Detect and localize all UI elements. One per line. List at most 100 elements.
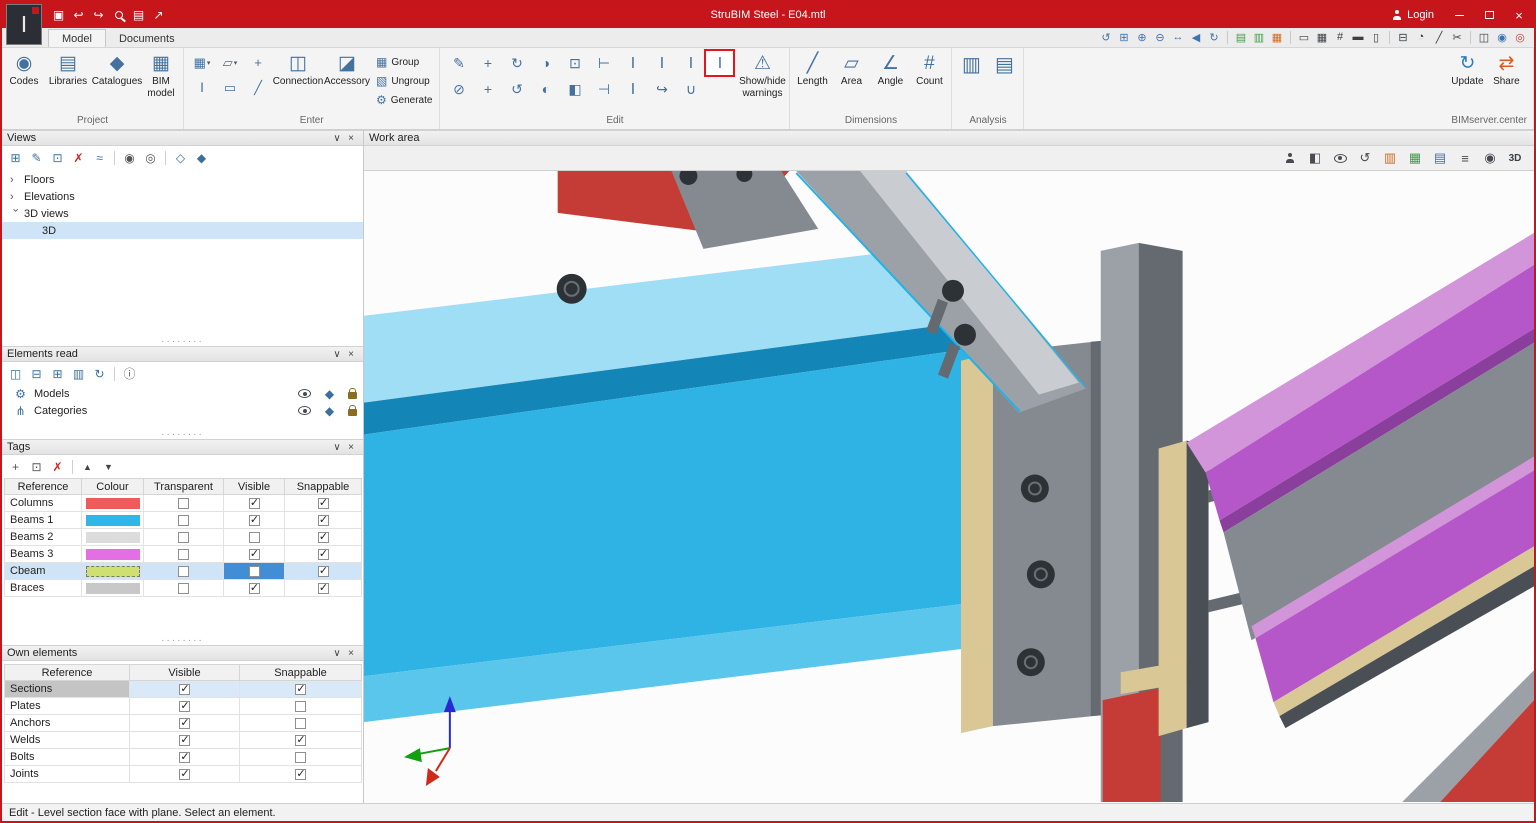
report-icon[interactable]: ▤ (1233, 29, 1249, 45)
section-tool-icon[interactable]: Ⅰ (618, 76, 647, 102)
styles-icon[interactable]: ▤ (130, 7, 147, 24)
takeoff-view-icon[interactable]: ▦ (1406, 149, 1424, 167)
visible-checkbox[interactable] (248, 496, 261, 509)
camera-icon[interactable]: ◉ (121, 149, 138, 166)
count-button[interactable]: # Count (911, 50, 947, 90)
group-button[interactable]: ▦ Group (373, 53, 435, 71)
visible-checkbox[interactable] (179, 750, 191, 763)
move-tool-icon[interactable]: + (473, 50, 502, 76)
rectangle-tool-icon[interactable]: ▭ (1296, 29, 1312, 45)
add-tag-icon[interactable]: + (7, 458, 24, 475)
window-layout-icon[interactable]: ◫ (1476, 29, 1492, 45)
camera-copy-icon[interactable]: ◎ (142, 149, 159, 166)
visible-checkbox[interactable] (179, 699, 191, 712)
link-columns-icon[interactable]: ◫ (7, 365, 24, 382)
grid-insert-icon[interactable]: ▦ ▾ (188, 50, 216, 75)
own-row-joints[interactable]: Joints (4, 765, 362, 783)
uturn-tool-icon[interactable]: ∪ (676, 76, 705, 102)
analysis-table-icon[interactable]: ▥ (956, 50, 986, 78)
area-button[interactable]: ▱ Area (833, 50, 869, 90)
mirror-tool-icon[interactable]: ◑ (531, 50, 560, 76)
tree-item-3d-views[interactable]: › 3D views (2, 205, 363, 222)
snappable-checkbox[interactable] (295, 717, 306, 729)
takeoff-icon[interactable]: ▥ (1251, 29, 1267, 45)
symmetry-tool-icon[interactable]: ◐ (531, 76, 560, 102)
extend-section-tool-icon[interactable]: Ⅰ (618, 50, 647, 76)
dimension-tool-icon[interactable]: ⊣ (589, 76, 618, 102)
viewport-3d[interactable] (364, 170, 1534, 803)
closed-views-icon[interactable]: ◆ (193, 149, 210, 166)
section-view-icon[interactable]: ≈ (91, 149, 108, 166)
slab-insert-icon[interactable]: ▭ (216, 75, 244, 100)
layers-icon[interactable]: ≡ (1456, 149, 1474, 167)
move-point-tool-icon[interactable]: + (473, 76, 502, 102)
colour-swatch[interactable] (85, 497, 140, 509)
rotate-ccw-tool-icon[interactable]: ↺ (502, 76, 531, 102)
lock-icon[interactable] (348, 404, 357, 416)
lock-icon[interactable] (348, 387, 357, 399)
grid-view-icon[interactable]: ▥ (70, 365, 87, 382)
visible-checkbox[interactable] (179, 682, 191, 695)
transparent-checkbox[interactable] (178, 497, 189, 509)
visibility-eye-icon[interactable] (298, 389, 311, 398)
own-row-sections[interactable]: Sections (4, 680, 362, 698)
human-figure-icon[interactable] (1281, 149, 1299, 167)
collapse-panel-icon[interactable]: ∨ (330, 442, 344, 453)
analysis-results-icon[interactable]: ▤ (989, 50, 1019, 78)
panel-splitter[interactable]: ········ (2, 636, 363, 646)
close-button[interactable]: × (1504, 2, 1534, 28)
visible-checkbox[interactable] (248, 531, 260, 543)
tags-row-beams2[interactable]: Beams 2 (4, 528, 362, 546)
transparent-checkbox[interactable] (178, 548, 189, 560)
pan-icon[interactable]: ↔ (1170, 29, 1186, 45)
split-view-icon[interactable]: ⊟ (28, 365, 45, 382)
refresh-icon[interactable]: ↻ (91, 365, 108, 382)
colour-swatch[interactable] (85, 531, 140, 543)
zoom-out-icon[interactable]: ⊖ (1152, 29, 1168, 45)
edit-tool-icon[interactable]: ✎ (444, 50, 473, 76)
update-button[interactable]: ↻ Update (1449, 50, 1485, 90)
colour-swatch[interactable] (85, 514, 140, 526)
snappable-checkbox[interactable] (295, 733, 307, 746)
viewport-canvas[interactable] (364, 171, 1534, 803)
measure-icon[interactable]: ╱ (1431, 29, 1447, 45)
grid-toggle-icon[interactable]: ▦ (1314, 29, 1330, 45)
elements-row-categories[interactable]: ⋔ Categories ◆ (2, 402, 363, 419)
redraw-icon[interactable]: ↻ (1206, 29, 1222, 45)
visible-checkbox[interactable] (179, 733, 191, 746)
red-top-plate[interactable] (557, 171, 819, 249)
show-hide-warnings-button[interactable]: ⚠ Show/hide warnings (739, 50, 786, 101)
visible-checkbox[interactable] (179, 767, 191, 780)
zoom-in-icon[interactable]: ⊕ (1134, 29, 1150, 45)
tags-row-cbeam[interactable]: Cbeam (4, 562, 362, 580)
delete-view-icon[interactable]: ✗ (70, 149, 87, 166)
compare-icon[interactable]: ⊟ (1395, 29, 1411, 45)
rotate-tool-icon[interactable]: ↻ (502, 50, 531, 76)
delete-tool-icon[interactable]: ⊘ (444, 76, 473, 102)
eye-view-icon[interactable] (1331, 149, 1349, 167)
level-section-face-tool-icon[interactable]: Ⅰ (704, 49, 736, 77)
collapse-panel-icon[interactable]: ∨ (330, 648, 344, 659)
own-row-bolts[interactable]: Bolts (4, 748, 362, 766)
catalogues-button[interactable]: ◆ Catalogues (92, 50, 143, 90)
model-3d-icon[interactable]: ◆ (321, 385, 338, 402)
open-views-icon[interactable]: ◇ (172, 149, 189, 166)
bimserver-sync-icon[interactable]: ◎ (1512, 29, 1528, 45)
own-row-anchors[interactable]: Anchors (4, 714, 362, 732)
orbit-icon[interactable]: ↺ (1098, 29, 1114, 45)
align-tool-icon[interactable]: ⊢ (589, 50, 618, 76)
tree-item-3d[interactable]: 3D (2, 222, 363, 239)
snappable-checkbox[interactable] (317, 496, 330, 509)
colour-swatch[interactable] (85, 582, 140, 594)
transparent-checkbox[interactable] (178, 531, 189, 543)
visibility-options-icon[interactable]: ◉ (1481, 149, 1499, 167)
move-down-icon[interactable]: ▼ (100, 458, 117, 475)
cut-icon[interactable]: ✂ (1449, 29, 1465, 45)
generate-button[interactable]: ⚙ Generate (373, 91, 435, 109)
close-panel-icon[interactable]: × (344, 349, 358, 360)
drawing-icon[interactable]: ▦ (1269, 29, 1285, 45)
accessory-button[interactable]: ◪ Accessory (324, 50, 370, 90)
snappable-checkbox[interactable] (295, 700, 306, 712)
colour-swatch[interactable] (85, 548, 140, 560)
snappable-checkbox[interactable] (317, 564, 330, 577)
